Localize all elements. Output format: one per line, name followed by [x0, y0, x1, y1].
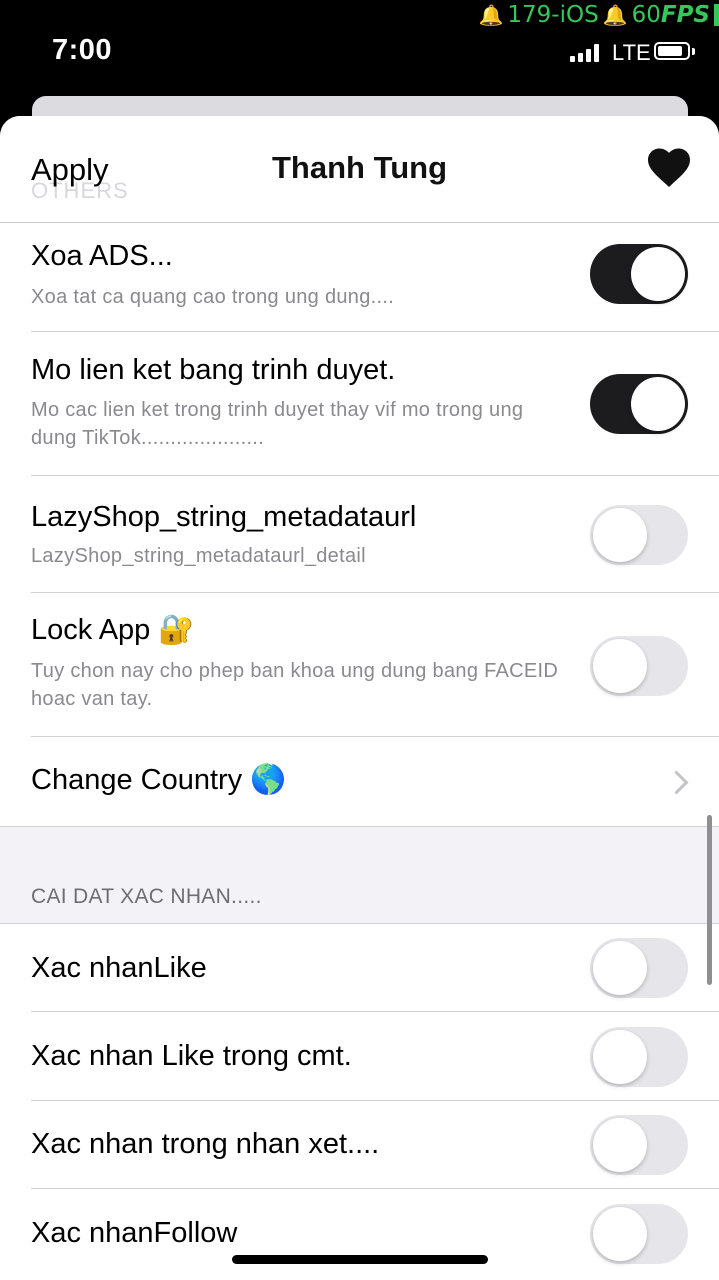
confirm-follow-toggle[interactable] — [590, 1204, 688, 1264]
status-bar: 🔔 179-iOS 🔔 60 FPS 7:00 LTE — [0, 0, 719, 100]
home-indicator[interactable] — [232, 1255, 488, 1264]
section-header-label: CAI DAT XAC NHAN..... — [31, 885, 262, 908]
setting-title: Xac nhan trong nhan xet.... — [31, 1128, 380, 1160]
fps-overlay: 🔔 179-iOS 🔔 60 FPS — [474, 0, 719, 30]
bell-icon: 🔔 — [478, 3, 504, 27]
confirm-review-toggle[interactable] — [590, 1115, 688, 1175]
setting-row-remove-ads[interactable]: Xoa ADS... Xoa tat ca quang cao trong un… — [0, 223, 719, 332]
settings-group-main: Xoa ADS... Xoa tat ca quang cao trong un… — [0, 223, 719, 826]
setting-subtitle: Mo cac lien ket trong trinh duyet thay v… — [31, 399, 524, 449]
settings-list: Xoa ADS... Xoa tat ca quang cao trong un… — [0, 223, 719, 1280]
change-country-label: Change Country 🌎 — [31, 764, 287, 796]
setting-title: Xac nhanLike — [31, 952, 207, 984]
battery-icon — [654, 42, 690, 60]
confirm-follow-row[interactable]: Xac nhanFollow — [0, 1189, 719, 1280]
setting-subtitle: Xoa tat ca quang cao trong ung dung.... — [31, 286, 395, 308]
setting-title: Mo lien ket bang trinh duyet. — [31, 354, 396, 386]
settings-sheet: OTHERS Apply Thanh Tung Xoa ADS... Xoa t… — [0, 116, 719, 1280]
overlay-edge-bar — [714, 4, 719, 26]
setting-subtitle: LazyShop_string_metadataurl_detail — [31, 545, 366, 567]
setting-row-open-in-browser[interactable]: Mo lien ket bang trinh duyet. Mo cac lie… — [0, 332, 719, 476]
chevron-right-icon — [664, 770, 689, 795]
confirm-like-toggle[interactable] — [590, 938, 688, 998]
battery-nub — [692, 48, 695, 55]
setting-title: LazyShop_string_metadataurl — [31, 501, 417, 533]
section-spacer — [0, 826, 719, 891]
setting-subtitle: Tuy chon nay cho phep ban khoa ung dung … — [31, 660, 559, 710]
setting-title: Lock App 🔐 — [31, 614, 195, 646]
fps-value: 60 — [631, 2, 661, 28]
setting-title: Xac nhan Like trong cmt. — [31, 1040, 352, 1072]
open-in-browser-toggle[interactable] — [590, 374, 688, 434]
nav-bar: OTHERS Apply Thanh Tung — [0, 116, 719, 223]
setting-row-lock-app[interactable]: Lock App 🔐 Tuy chon nay cho phep ban kho… — [0, 593, 719, 737]
remove-ads-toggle[interactable] — [590, 244, 688, 304]
fps-unit: FPS — [660, 2, 710, 28]
confirm-review-row[interactable]: Xac nhan trong nhan xet.... — [0, 1101, 719, 1189]
nav-title: Thanh Tung — [271, 150, 448, 185]
status-time: 7:00 — [52, 34, 113, 66]
confirm-like-row[interactable]: Xac nhanLike — [0, 924, 719, 1012]
cellular-signal-icon — [570, 44, 599, 62]
confirm-comment-like-row[interactable]: Xac nhan Like trong cmt. — [0, 1012, 719, 1101]
change-country-row[interactable]: Change Country 🌎 — [0, 737, 719, 826]
bell-icon: 🔔 — [602, 3, 628, 27]
confirm-comment-like-toggle[interactable] — [590, 1027, 688, 1087]
lock-app-toggle[interactable] — [590, 636, 688, 696]
network-type: LTE — [612, 40, 651, 65]
setting-title: Xoa ADS... — [31, 240, 173, 272]
lazyshop-toggle[interactable] — [590, 505, 688, 565]
settings-group-confirm: Xac nhanLike Xac nhan Like trong cmt. Xa… — [0, 924, 719, 1280]
overlay-device-label: 179-iOS — [507, 2, 599, 28]
setting-title: Xac nhanFollow — [31, 1217, 238, 1249]
setting-row-lazyshop[interactable]: LazyShop_string_metadataurl LazyShop_str… — [0, 476, 719, 593]
section-header: CAI DAT XAC NHAN..... — [0, 885, 719, 924]
scrollbar[interactable] — [707, 815, 712, 985]
heart-icon[interactable] — [646, 146, 692, 188]
